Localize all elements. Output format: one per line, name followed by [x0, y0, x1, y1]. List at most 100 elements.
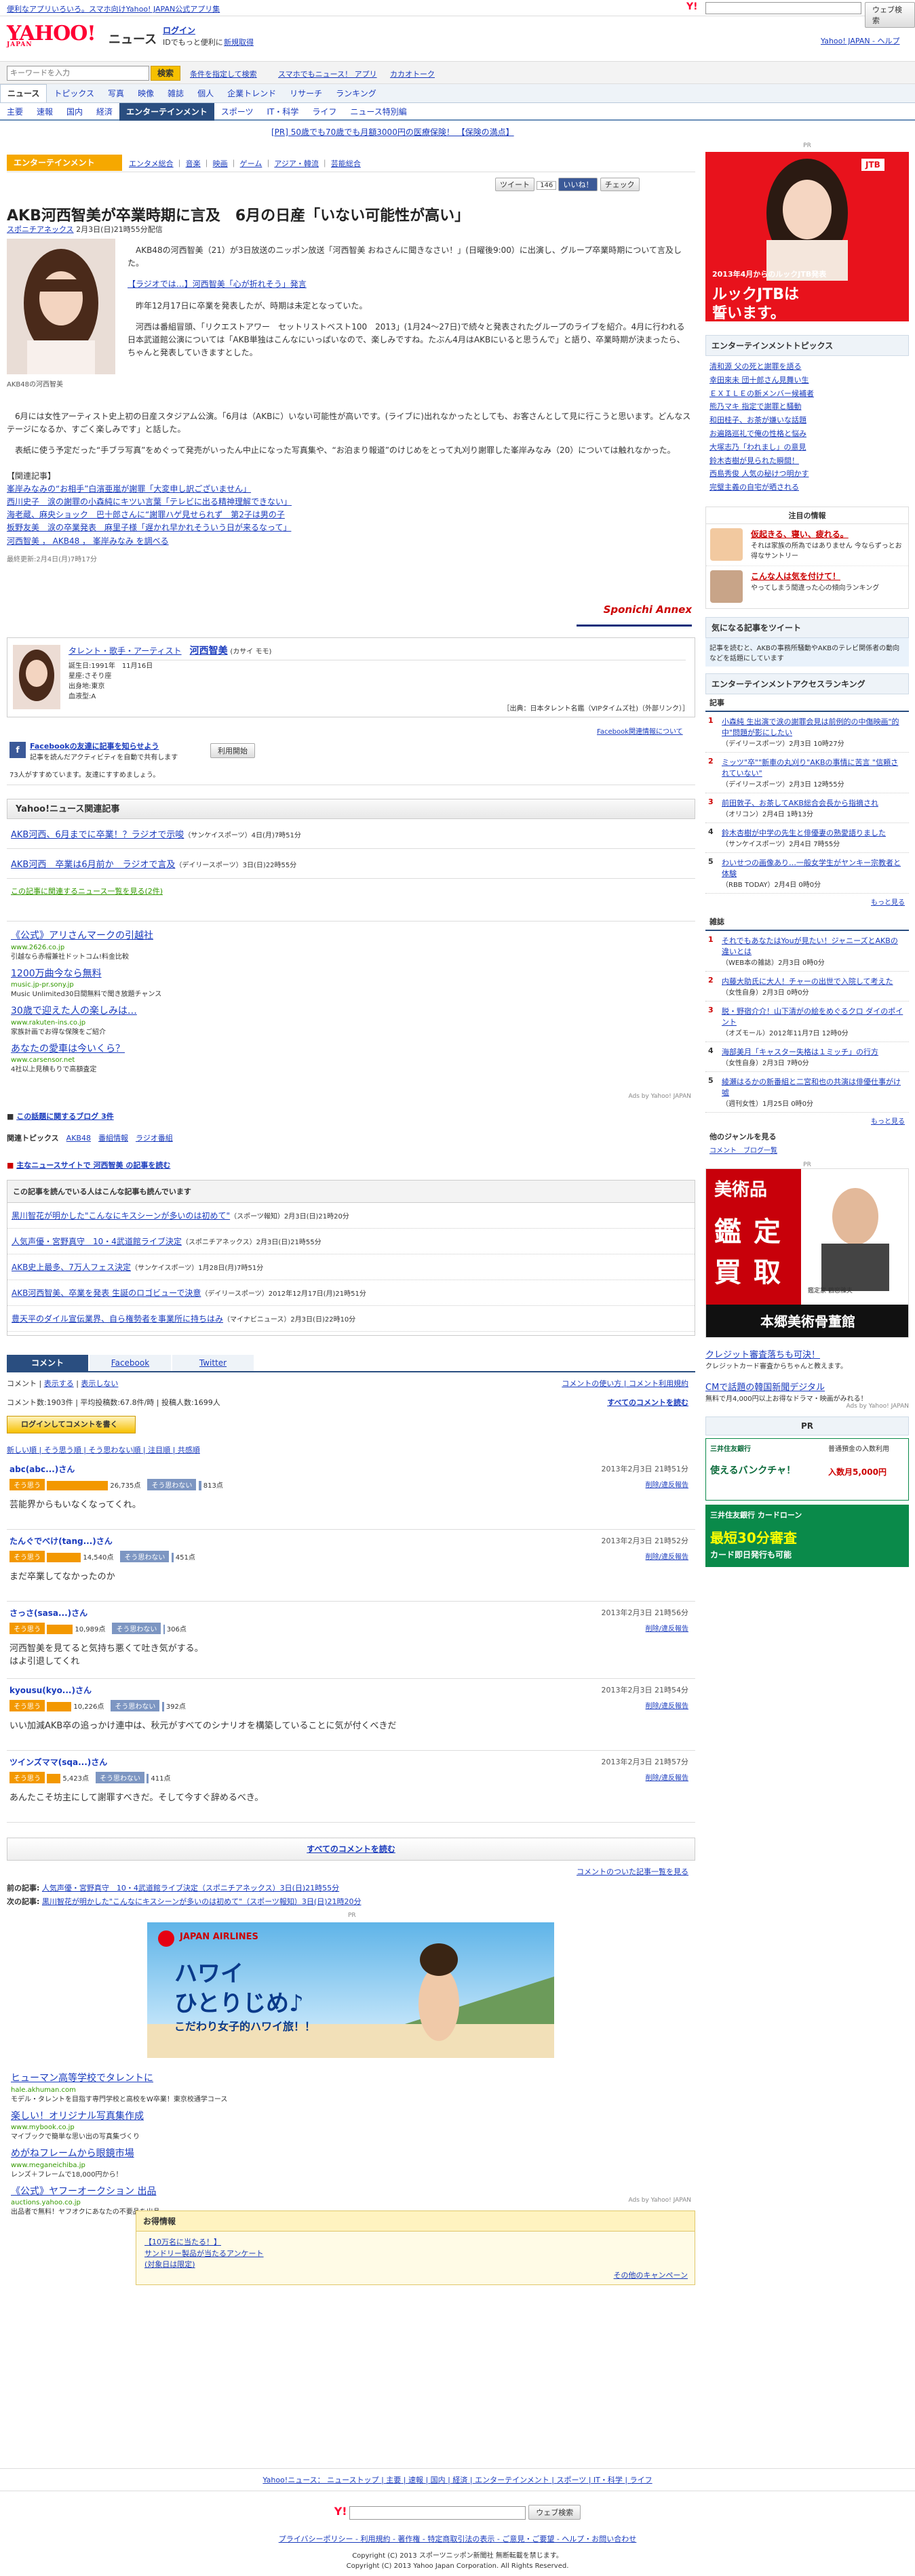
chumoku-title-2[interactable]: こんな人は気を付けて！	[751, 570, 904, 582]
ad-title-2[interactable]: 1200万曲今なら無料	[11, 968, 350, 981]
comment-author[interactable]: さっさ(sasa...)さん	[9, 1608, 87, 1618]
otoku-item-1[interactable]: 【10万名に当たる！】	[144, 2237, 686, 2248]
ent-topic-4[interactable]: 熊乃マキ 指定で謝罪と騒動	[709, 400, 905, 414]
facebook-start-button[interactable]: 利用開始	[210, 743, 255, 758]
ent-topic-5[interactable]: 和田桂子、お茶が嫌いな話題	[709, 414, 905, 427]
disagree-button[interactable]: そう思わない	[147, 1479, 197, 1490]
related-news-link-2[interactable]: AKB河西 卒業は6月前か ラジオで言及	[11, 860, 175, 870]
ent-topic-9[interactable]: 西島秀俊 人気の秘けつ明かす	[709, 467, 905, 481]
art-banner[interactable]: 美術品 鑑 定 買 取 鑑定家 鶴窓雅夫 本郷美術骨董館	[705, 1168, 909, 1338]
disagree-button[interactable]: そう思わない	[120, 1551, 170, 1562]
report-link[interactable]: 削除/違反報告	[646, 1772, 688, 1782]
cat-it[interactable]: IT・科学	[260, 103, 305, 121]
zasshi-link-5[interactable]: 綾瀬はるかの新番組と二宮和也の共演は俳優仕事がけ嘘	[722, 1077, 901, 1097]
ad-item[interactable]: ヒューマン高等学校でタレントに hale.akhuman.com モデル・タレントを…	[11, 2072, 350, 2105]
smartphone-link[interactable]: スマホでもニュース！ アプリ	[278, 68, 377, 79]
facebook-about-link[interactable]: Facebook関連情報について	[597, 726, 683, 736]
sponichi-logo[interactable]: Sponichi Annex	[577, 603, 692, 627]
ranking-more[interactable]: もっと見る	[705, 894, 909, 909]
check-button[interactable]: チェック	[600, 178, 640, 191]
nav-topics[interactable]: トピックス	[47, 85, 101, 102]
comment-list-link[interactable]: コメントのついた記事一覧を見る	[577, 1866, 688, 1877]
talent-name[interactable]: 河西智美	[190, 646, 228, 656]
ent-topic-6[interactable]: お遍路巡礼で俺の性格と悩み	[709, 427, 905, 441]
also-read-link-4[interactable]: AKB河西智美、卒業を発表 生誕のロゴビューで決意	[12, 1288, 201, 1298]
blog-link[interactable]: この話題に関するブログ 3件	[16, 1112, 113, 1121]
ranking-link-1[interactable]: 小森純 生出演で涙の謝罪会見は前例的の中傷映画"的中"問題が影にしたい	[722, 717, 899, 737]
ent-topic-7[interactable]: 大塚志乃「われまし」の意見	[709, 441, 905, 454]
ranking-link-2[interactable]: ミッツ"卒""新車の丸刈り"AKBの事情に苦言 "信頼されていない"	[722, 758, 898, 778]
report-link[interactable]: 削除/違反報告	[646, 1479, 688, 1489]
ad-title-3[interactable]: 30歳で迎えた人の楽しみは…	[11, 1005, 350, 1018]
cat-domestic[interactable]: 国内	[60, 103, 90, 121]
comment-author[interactable]: kyousu(kyo...)さん	[9, 1686, 92, 1695]
header-right-links[interactable]: Yahoo! JAPAN - ヘルプ	[821, 35, 900, 46]
jal-banner[interactable]: JAPAN AIRLINES ハワイ ひとりじめ♪ こだわり女子的ハワイ旅！！	[147, 1922, 554, 2058]
also-read-link-3[interactable]: AKB史上最多、7万人フェス決定	[12, 1263, 131, 1272]
related-4[interactable]: 板野友美 涙の卒業発表 麻里子様「遅かれ早かれそういう日が来るなって」	[7, 521, 692, 534]
also-read-link-2[interactable]: 人気声優・宮野真守 10・4武道館ライブ決定	[12, 1237, 182, 1246]
ent-topic-2[interactable]: 幸田來未 団十郎さん見舞い生	[709, 374, 905, 387]
footer-nav[interactable]: Yahoo!ニュース： ニューストップ | 主要 | 速報 | 国内 | 経済 …	[0, 2468, 915, 2491]
cat-main[interactable]: 主要	[0, 103, 30, 121]
ad2-title-4[interactable]: 《公式》ヤフーオークション 出品	[11, 2185, 350, 2199]
mainsite-link[interactable]: 主なニュースサイトで 河西智美 の記事を読む	[16, 1161, 170, 1170]
cat-flash[interactable]: 速報	[30, 103, 60, 121]
signup-link[interactable]: 新規取得	[224, 37, 254, 47]
ad-item[interactable]: 楽しい！オリジナル写真集作成 www.mybook.co.jp マイブックで簡単な思…	[11, 2110, 350, 2143]
prev-article-link[interactable]: 人気声優・宮野真守 10・4武道館ライブ決定（スポニチアネックス）3日(日)21…	[42, 1884, 339, 1893]
agree-button[interactable]: そう思う	[9, 1700, 45, 1711]
ranking-link-3[interactable]: 前田敦子、お茶してAKB総合会長から指摘され	[722, 799, 878, 808]
ad2-title-3[interactable]: めがねフレームから眼鏡市場	[11, 2147, 350, 2161]
nav-video[interactable]: 映像	[131, 85, 161, 102]
sub-movie[interactable]: 映画	[213, 159, 228, 168]
tab-comment[interactable]: コメント	[7, 1355, 88, 1371]
zasshi-link-4[interactable]: 海部美月「キャスター失格は１ミッチ」の行方	[722, 1048, 878, 1056]
footer-search-input[interactable]	[349, 2505, 526, 2520]
cat-life[interactable]: ライフ	[305, 103, 343, 121]
ranking-link-4[interactable]: 鈴木杏樹が中学の先生と俳優妻の熟愛語りました	[722, 829, 886, 837]
advanced-search-link[interactable]: 条件を指定して検索	[190, 68, 257, 79]
report-link[interactable]: 削除/違反報告	[646, 1700, 688, 1710]
chumoku-title-1[interactable]: 仮起きる、寝い、疲れる。	[751, 528, 904, 540]
nav-trend[interactable]: 企業トレンド	[220, 85, 283, 102]
article-source[interactable]: スポニチアネックス	[7, 225, 74, 234]
report-link[interactable]: 削除/違反報告	[646, 1623, 688, 1633]
cat-entertainment[interactable]: エンターテインメント	[119, 103, 214, 121]
related-1[interactable]: 峯岸みなみの“お相手”白濱亜嵐が謝罪「大変申し訳ございません」	[7, 483, 692, 496]
side-ad-title-1[interactable]: クレジット審査落ちも可決！	[705, 1347, 909, 1360]
zasshi-link-2[interactable]: 内藤大助氏に大人！チャーの出世で入院して考えた	[722, 977, 893, 986]
ad-item[interactable]: 《公式》アリさんマークの引越社 www.2626.co.jp 引越なら赤帽兼社ドット…	[11, 930, 350, 962]
comment-show[interactable]: 表示する	[44, 1379, 74, 1388]
login-link[interactable]: ログイン	[163, 24, 195, 36]
ad2-title-1[interactable]: ヒューマン高等学校でタレントに	[11, 2072, 350, 2086]
agree-button[interactable]: そう思う	[9, 1551, 45, 1562]
ent-topic-3[interactable]: ＥＸＩＬＥの新メンバー候補者	[709, 387, 905, 401]
ad2-title-2[interactable]: 楽しい！オリジナル写真集作成	[11, 2110, 350, 2124]
bank-ad-2[interactable]: 三井住友銀行 カードローン 最短30分審査 カード即日発行も可能	[705, 1504, 909, 1567]
cat-sports[interactable]: スポーツ	[214, 103, 260, 121]
ad-item[interactable]: 1200万曲今なら無料 music.jp-pr.sony.jp Music Unli…	[11, 968, 350, 1000]
also-read-link-1[interactable]: 黒川智花が明かした"こんなにキスシーンが多いのは初めて"	[12, 1211, 230, 1221]
related-2[interactable]: 西川史子 涙の謝罪の小森純にキツい言葉「テレビに出る精神理解できない」	[7, 496, 692, 509]
topic-akb[interactable]: AKB48	[66, 1134, 91, 1143]
top-search-input[interactable]	[705, 2, 861, 14]
search-button[interactable]: 検索	[151, 66, 180, 81]
read-all-comments-top[interactable]: すべてのコメントを読む	[607, 1397, 688, 1408]
sub-music[interactable]: 音楽	[186, 159, 201, 168]
disagree-button[interactable]: そう思わない	[111, 1700, 160, 1711]
footer-links[interactable]: プライバシーポリシー - 利用規約 - 著作権 - 特定商取引法の表示 - ご意…	[0, 2533, 915, 2544]
comment-about[interactable]: コメントの使い方 | コメント利用規約	[562, 1378, 688, 1389]
disagree-button[interactable]: そう思わない	[112, 1623, 161, 1634]
next-article-link[interactable]: 黒川智花が明かした"こんなにキスシーンが多いのは初めて"（スポーツ報知）3日(日…	[42, 1897, 362, 1906]
related-more-link[interactable]: この記事に関連するニュース一覧を見る(2件)	[7, 879, 695, 903]
zasshi-link-3[interactable]: 脱・野宿介介！山下清がの絵をめぐるクロ ダイのポイント	[722, 1007, 903, 1027]
comment-hide[interactable]: 表示しない	[81, 1379, 118, 1388]
ent-topic-10[interactable]: 完璧主義の自宅が晒される	[709, 481, 905, 494]
talent-label[interactable]: タレント・歌手・アーティスト	[69, 646, 182, 656]
tab-twitter[interactable]: Twitter	[172, 1355, 254, 1371]
agree-button[interactable]: そう思う	[9, 1479, 45, 1490]
yahoo-logo[interactable]: YAHOO! JAPAN	[7, 22, 96, 48]
tab-facebook[interactable]: Facebook	[90, 1355, 171, 1371]
bank-ad-1[interactable]: 三井住友銀行 使えるバンクチャ！ 普通預金の入数利用 入数月5,000円	[705, 1438, 909, 1501]
